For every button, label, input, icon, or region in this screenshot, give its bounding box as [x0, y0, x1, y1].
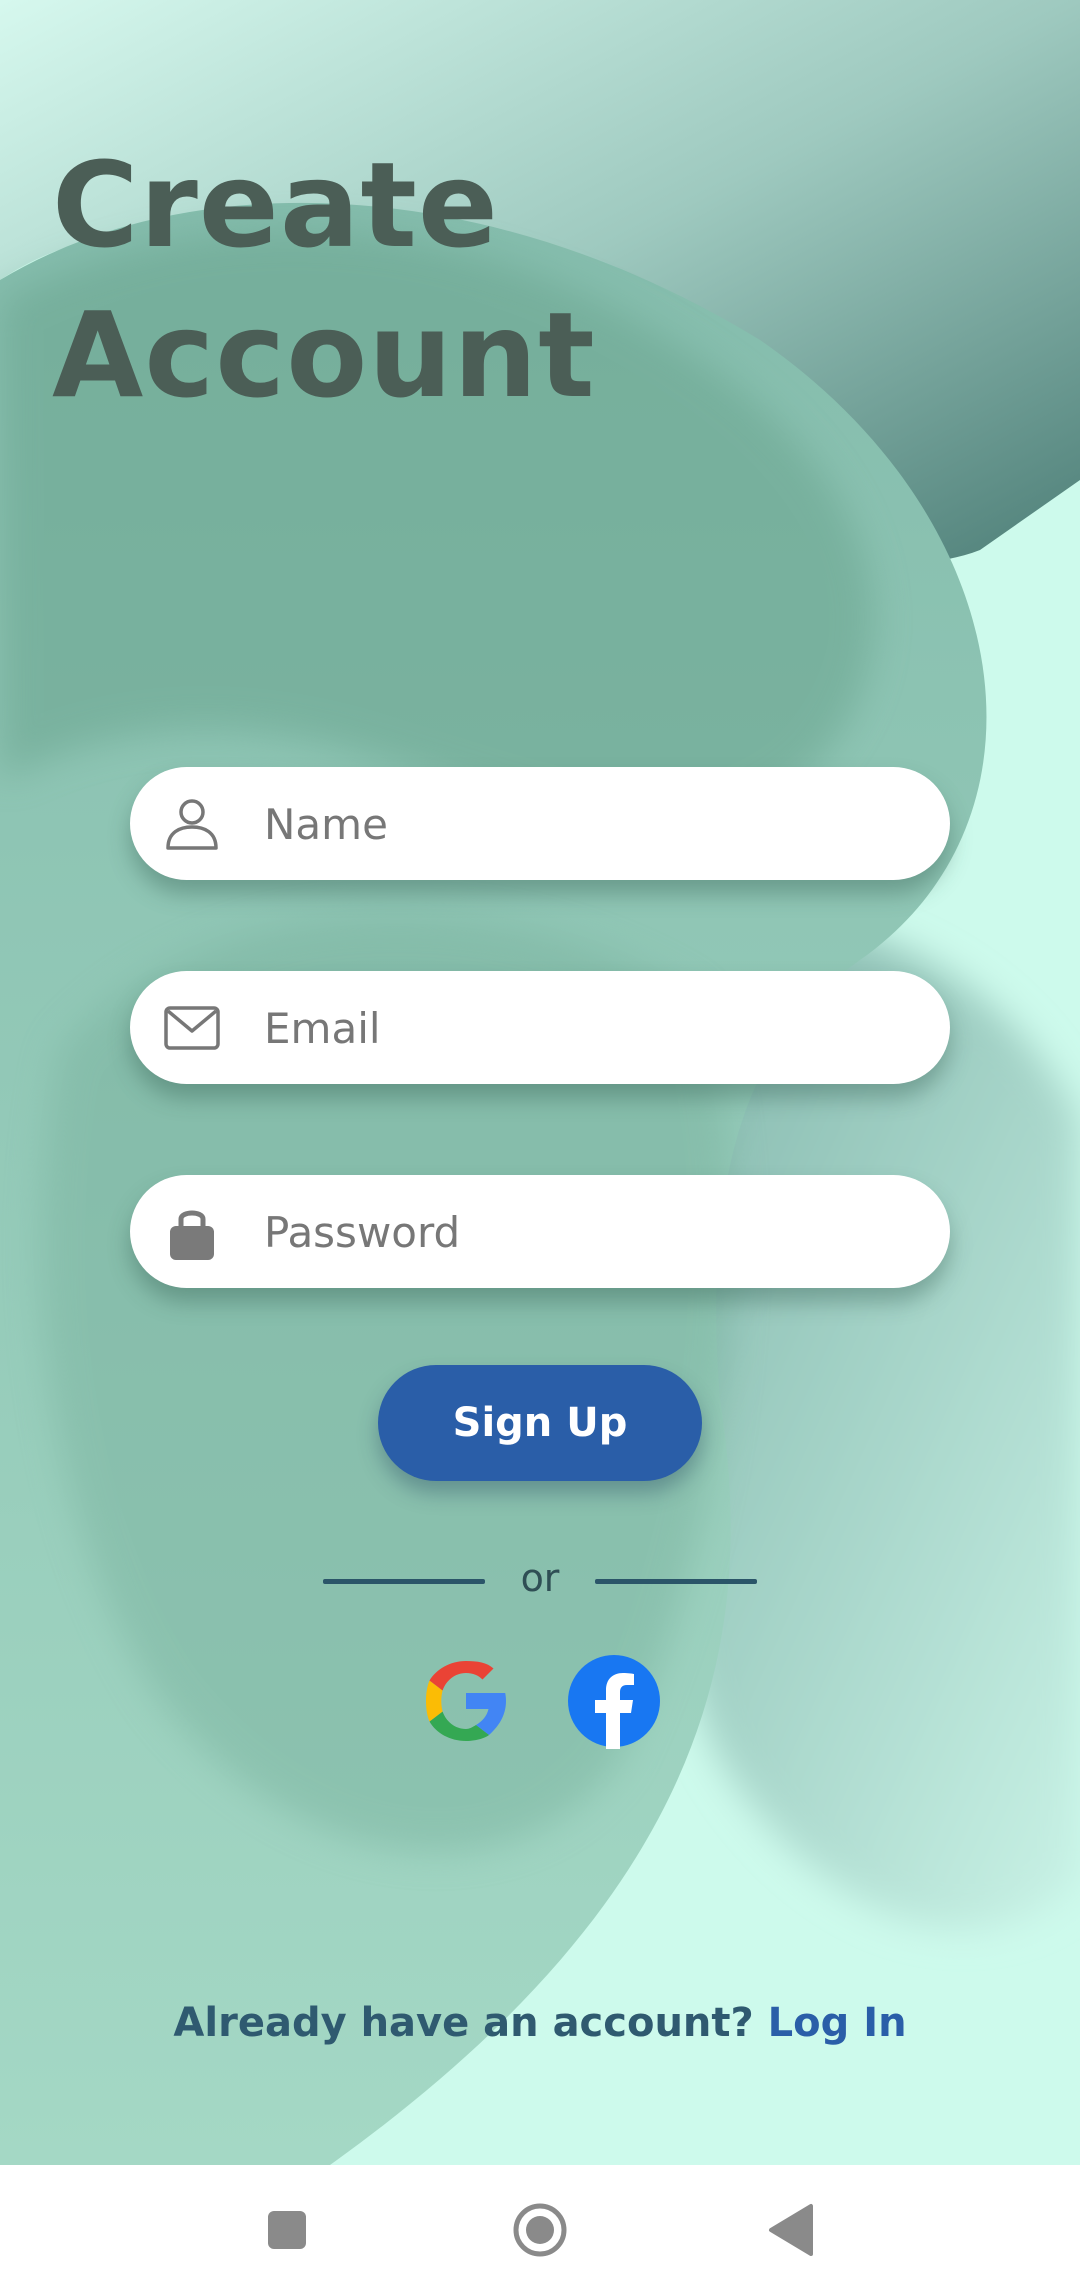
- facebook-icon[interactable]: [566, 1653, 662, 1749]
- password-field[interactable]: [130, 1175, 950, 1290]
- triangle-back-icon[interactable]: [751, 2190, 831, 2270]
- google-icon[interactable]: [418, 1653, 514, 1749]
- page-title-line2: Account: [52, 286, 596, 424]
- login-prompt-text: Already have an account?: [173, 2000, 768, 2046]
- email-input[interactable]: [262, 971, 916, 1086]
- signup-screen: Create Account Sign Up or: [0, 0, 1080, 2165]
- login-prompt: Already have an account? Log In: [0, 2000, 1080, 2046]
- divider-text: or: [520, 1556, 560, 1600]
- circle-home-icon[interactable]: [500, 2190, 580, 2270]
- email-field[interactable]: [130, 971, 950, 1086]
- divider-right: [595, 1579, 757, 1584]
- password-input[interactable]: [262, 1175, 916, 1290]
- lock-icon: [170, 1210, 214, 1260]
- mail-icon: [164, 1006, 220, 1050]
- log-in-link[interactable]: Log In: [768, 2000, 907, 2046]
- page-title: Create Account: [52, 130, 596, 430]
- person-icon: [166, 799, 218, 850]
- sign-up-button[interactable]: Sign Up: [378, 1365, 702, 1481]
- square-recent-apps-icon[interactable]: [247, 2190, 327, 2270]
- name-field[interactable]: [130, 767, 950, 882]
- name-input[interactable]: [262, 767, 916, 882]
- system-navigation-bar: [0, 2165, 1080, 2295]
- page-title-line1: Create: [52, 136, 499, 274]
- divider-left: [323, 1579, 485, 1584]
